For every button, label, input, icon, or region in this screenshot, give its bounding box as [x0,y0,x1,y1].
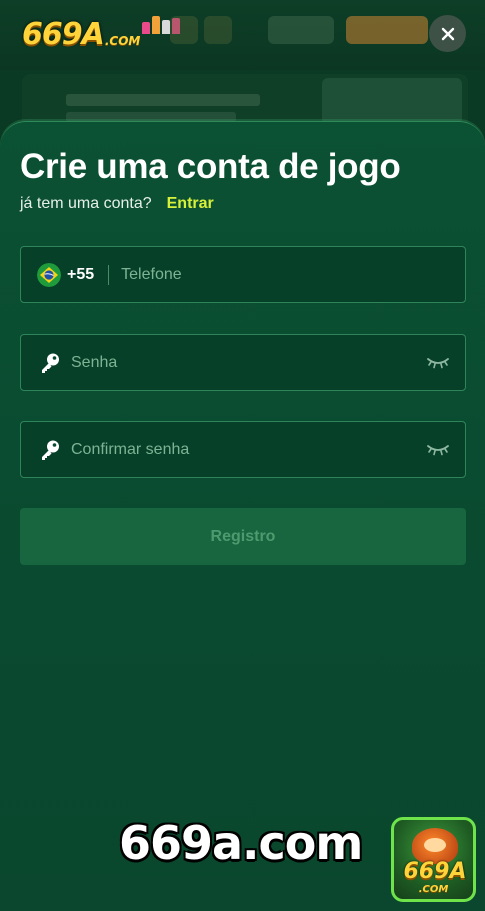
confirm-password-field[interactable] [20,421,466,478]
eye-closed-icon[interactable] [427,356,449,370]
confirm-password-input[interactable] [71,422,427,477]
close-button[interactable] [429,15,466,52]
banner-image [322,78,462,124]
password-field[interactable] [20,334,466,391]
key-icon [39,439,61,461]
header-game-icons [170,12,240,48]
site-logo: 669A .COM [22,14,180,52]
badge-logo-text: 669A [403,859,467,884]
logo-text: 669A [22,17,105,52]
key-icon [39,352,61,374]
eye-closed-icon[interactable] [427,443,449,457]
app-badge-logo: 669A .COM [391,817,476,902]
modal-title: Crie uma conta de jogo [20,147,401,186]
field-divider [108,264,110,285]
game-icon [170,16,198,44]
login-link[interactable]: Entrar [167,195,214,213]
register-modal: Crie uma conta de jogo já tem uma conta?… [0,121,485,911]
game-icon [204,16,232,44]
header-login-button [268,16,334,44]
phone-input[interactable] [121,247,465,302]
header-register-button [346,16,428,44]
close-icon [441,27,454,40]
brazil-flag-icon[interactable] [37,262,61,287]
logo-suffix: .COM [104,34,141,48]
country-code[interactable]: +55 [67,266,94,284]
watermark-url: 669a.com [119,816,363,870]
login-prompt-text: já tem uma conta? [20,195,152,212]
password-input[interactable] [71,335,427,390]
register-button[interactable]: Registro [20,508,466,565]
login-prompt: já tem uma conta? Entrar [20,195,214,213]
badge-logo-suffix: .COM [418,884,449,895]
phone-field[interactable]: +55 [20,246,466,303]
site-header: 669A .COM [0,0,485,70]
